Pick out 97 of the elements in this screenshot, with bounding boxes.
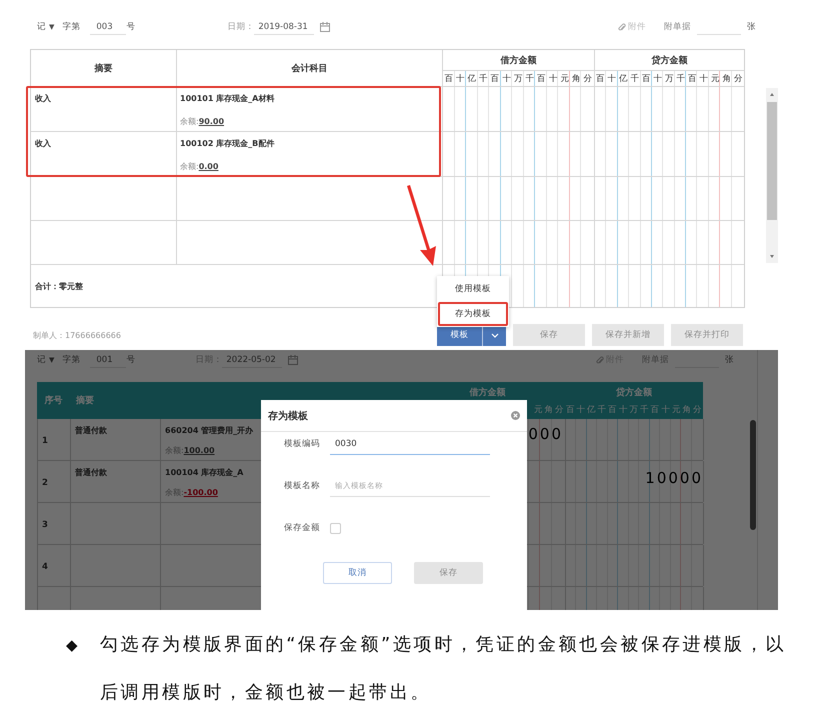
digit-label: 千	[596, 404, 608, 417]
column-header: 摘要	[75, 394, 95, 408]
date-field[interactable]: 2019-08-31	[254, 20, 314, 34]
dialog-title: 存为模板	[268, 410, 308, 422]
digit-label: 角	[721, 73, 732, 86]
date-field[interactable]: 2022-05-02	[222, 352, 282, 368]
scrollbar[interactable]	[750, 420, 756, 530]
amount-text: 10000	[645, 469, 703, 487]
digit-label: 万	[628, 404, 640, 417]
column-header: 借方金额	[468, 386, 506, 400]
account-text: 660204 管理费用_开办	[165, 425, 254, 436]
prefix-label: 字第	[62, 21, 80, 33]
summary-text: 收入	[35, 138, 52, 149]
bills-unit-label: 张	[747, 21, 756, 33]
bills-unit-label: 张	[725, 354, 734, 366]
digit-label: 十	[618, 404, 629, 417]
account-text: 100104 库存现金_A	[165, 467, 244, 478]
column-header: 贷方金额	[615, 386, 653, 400]
bills-label: 附单据	[664, 21, 691, 33]
calendar-icon[interactable]	[288, 355, 298, 365]
note-paragraph: 勾选存为模版界面的“保存金额”选项时，凭证的金额也会被保存进模版，以后调用模版时，金额也被一起带出。	[100, 633, 788, 705]
digit-label: 分	[732, 73, 744, 86]
digit-label: 元	[559, 73, 570, 86]
suffix-label: 号	[126, 21, 136, 33]
digit-label: 十	[652, 73, 664, 86]
column-header: 贷方金额	[650, 54, 688, 68]
voucher-number-field[interactable]: 001	[90, 352, 126, 368]
voucher-number-field[interactable]: 003	[90, 20, 126, 34]
digit-label: 十	[606, 73, 618, 86]
digit-label: 千	[630, 73, 641, 86]
field-label: 模板名称	[284, 480, 321, 492]
digit-label: 分	[582, 73, 594, 86]
paperclip-icon[interactable]	[596, 356, 604, 364]
total-text: 合计：零元整	[35, 280, 83, 292]
row-number: 3	[42, 520, 49, 530]
row-number: 1	[42, 436, 49, 446]
calendar-icon[interactable]	[320, 22, 330, 32]
field-label: 保存金额	[284, 522, 321, 534]
digit-label: 十	[501, 73, 512, 86]
prefix-label: 字第	[62, 354, 80, 366]
digit-label: 百	[536, 73, 548, 86]
digit-label: 千	[676, 73, 687, 86]
digit-label: 百	[641, 73, 652, 86]
scrollbar[interactable]	[766, 88, 778, 263]
column-header: 序号	[44, 394, 64, 408]
digit-label: 角	[682, 404, 692, 417]
summary-text: 普通付款	[75, 467, 108, 478]
digit-label: 百	[490, 73, 501, 86]
digit-label: 百	[595, 73, 606, 86]
digit-label: 百	[607, 404, 618, 417]
digit-label: 亿	[586, 404, 597, 417]
digit-label: 百	[686, 73, 698, 86]
column-header: 摘要	[31, 50, 177, 86]
row-number: 2	[42, 478, 49, 488]
digit-label: 千	[524, 73, 536, 86]
amount-text: 000	[528, 425, 563, 443]
digit-label: 十	[454, 73, 466, 86]
digit-label: 元	[710, 73, 721, 86]
menu-item[interactable]: 存为模板	[438, 302, 508, 326]
caret-icon	[490, 332, 498, 338]
checkbox[interactable]	[330, 522, 341, 534]
digit-label: 元	[671, 404, 682, 417]
digit-label: 分	[692, 404, 703, 417]
field-label: 模板编码	[284, 438, 321, 450]
digit-label: 亿	[618, 73, 630, 86]
close-icon[interactable]	[511, 411, 520, 420]
digit-label: 元	[533, 404, 544, 417]
digit-label: 千	[478, 73, 490, 86]
digit-label: 十	[548, 73, 559, 86]
account-text: 100101 库存现金_A材料	[180, 93, 276, 104]
digit-label: 百	[650, 404, 660, 417]
digit-label: 亿	[466, 73, 478, 86]
summary-text: 普通付款	[75, 425, 108, 436]
date-label: 日期：	[227, 21, 254, 33]
dialog-button[interactable]: 取消	[323, 562, 392, 584]
digit-label: 角	[571, 73, 582, 86]
maker-text: 制单人：17666666666	[33, 330, 122, 340]
attachment-link[interactable]: 附件	[628, 21, 646, 33]
digit-label: 十	[660, 404, 672, 417]
bullet-icon: ◆	[66, 621, 100, 669]
menu-item[interactable]: 使用模板	[438, 277, 508, 301]
digit-label: 万	[664, 73, 676, 86]
account-text: 100102 库存现金_B配件	[180, 138, 276, 149]
balance-text: 余额:0.00	[180, 161, 220, 172]
digit-label: 十	[576, 404, 586, 417]
balance-text: 余额:90.00	[180, 116, 226, 127]
row-number: 4	[42, 562, 49, 572]
summary-text: 收入	[35, 93, 52, 104]
digit-label: 百	[443, 73, 454, 86]
digit-label: 百	[565, 404, 576, 417]
digit-label: 千	[639, 404, 650, 417]
digit-label: 万	[512, 73, 524, 86]
paperclip-icon[interactable]	[618, 22, 626, 32]
suffix-label: 号	[126, 354, 136, 366]
digit-label: 十	[698, 73, 710, 86]
digit-label: 角	[544, 404, 554, 417]
digit-label: 分	[554, 404, 565, 417]
